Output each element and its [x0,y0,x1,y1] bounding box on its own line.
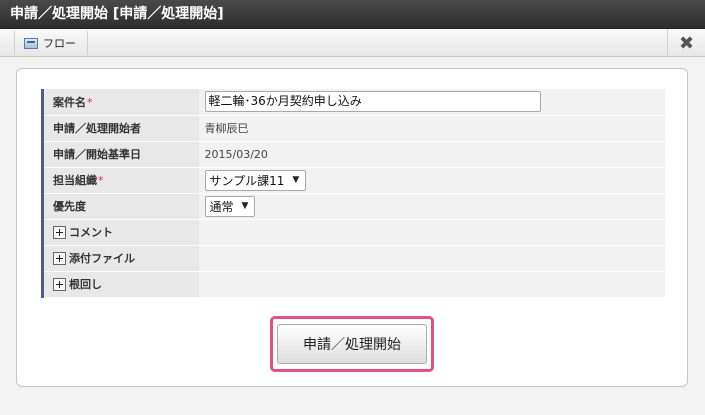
flow-tab[interactable]: フロー [14,31,88,55]
row-subject: 案件名* 軽二輪･36か月契約申し込み [41,89,665,116]
priority-select[interactable]: 通常 ▼ [204,195,256,217]
required-mark: * [87,95,93,109]
row-applicant: 申請／処理開始者 青柳辰巳 [41,115,665,142]
nemawashi-toggle[interactable]: 根回し [41,271,199,298]
row-organization: 担当組織* サンプル課11 ▼ [41,167,665,194]
organization-cell: サンプル課11 ▼ [198,167,665,194]
plus-icon [53,251,66,265]
attachment-toggle[interactable]: 添付ファイル [41,245,199,272]
row-base-date: 申請／開始基準日 2015/03/20 [41,141,665,168]
organization-selected: サンプル課11 [209,173,285,188]
row-priority: 優先度 通常 ▼ [41,193,665,220]
row-nemawashi: 根回し [41,271,665,298]
subject-label: 案件名* [41,89,199,116]
organization-select[interactable]: サンプル課11 ▼ [204,169,307,191]
chevron-down-icon: ▼ [292,175,300,185]
base-date-value: 2015/03/20 [198,141,665,168]
comment-label: コメント [69,226,113,239]
toolbar: フロー ✖ [0,29,705,57]
comment-toggle[interactable]: コメント [41,219,199,246]
applicant-label: 申請／処理開始者 [41,115,199,142]
priority-selected: 通常 [209,199,234,214]
priority-cell: 通常 ▼ [198,193,665,220]
attachment-cell [198,245,665,272]
base-date-label: 申請／開始基準日 [41,141,199,168]
plus-icon [53,277,66,291]
nemawashi-label: 根回し [69,278,102,291]
subject-label-text: 案件名 [53,95,86,109]
comment-cell [198,219,665,246]
flow-tab-label: フロー [43,37,76,50]
row-attachment: 添付ファイル [41,245,665,272]
organization-label-text: 担当組織 [53,174,97,187]
subject-cell: 軽二輪･36か月契約申し込み [198,89,665,116]
organization-label: 担当組織* [41,167,199,194]
row-comment: コメント [41,219,665,246]
plus-icon [53,225,66,239]
applicant-value: 青柳辰巳 [198,115,665,142]
subject-input[interactable]: 軽二輪･36か月契約申し込み [204,91,541,113]
form-table: 案件名* 軽二輪･36か月契約申し込み 申請／処理開始者 青柳辰巳 申請／開始基… [41,89,665,298]
flow-icon [24,37,38,49]
close-icon: ✖ [678,32,695,54]
priority-label: 優先度 [41,193,199,220]
close-button[interactable]: ✖ [667,29,705,57]
nemawashi-cell [198,271,665,298]
chevron-down-icon: ▼ [241,201,249,211]
window-title: 申請／処理開始 [申請／処理開始] [0,0,705,29]
submit-button[interactable]: 申請／処理開始 [277,324,427,364]
attachment-label: 添付ファイル [69,252,135,265]
required-mark: * [98,174,104,187]
submit-highlight: 申請／処理開始 [270,316,434,372]
